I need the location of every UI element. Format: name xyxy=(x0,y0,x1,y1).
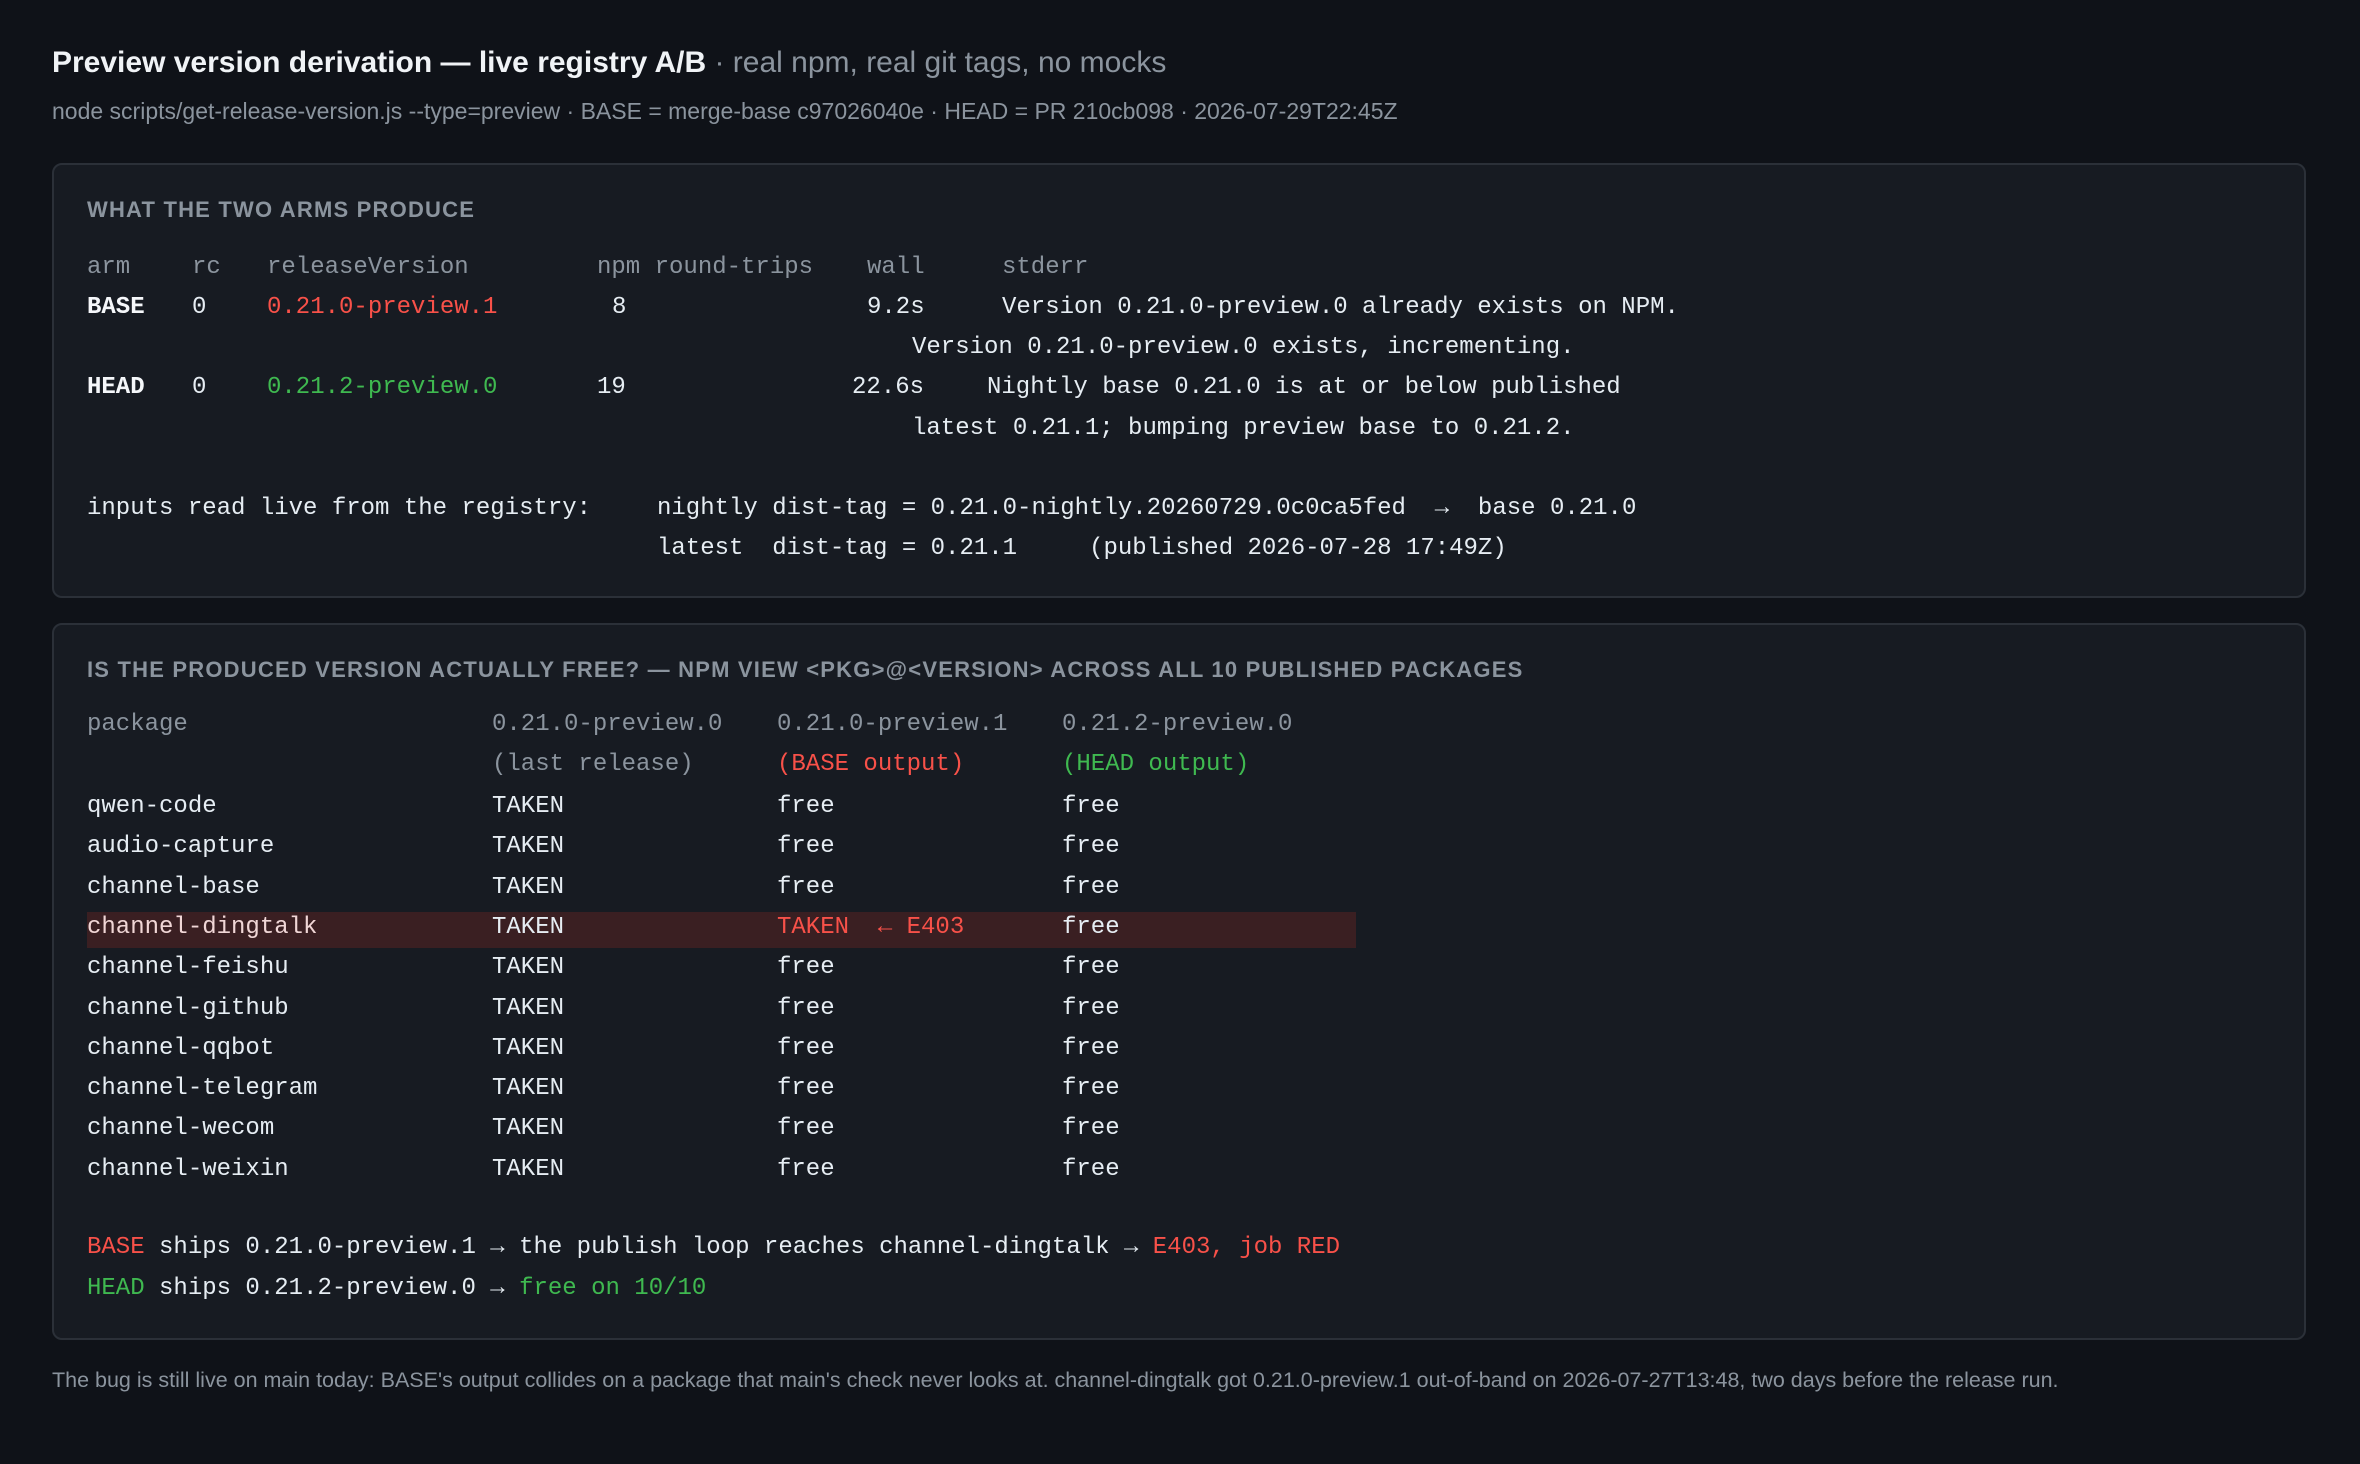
version-status: TAKEN xyxy=(492,793,565,820)
inputs-latest: latest dist-tag = 0.21.1 (published 2026… xyxy=(657,535,1507,562)
inputs-label: inputs read live from the registry: xyxy=(87,495,592,522)
summary-head-result: free on 10/10 xyxy=(519,1275,707,1302)
summary-base-text: ships 0.21.0-preview.1 → the publish loo… xyxy=(144,1234,1153,1261)
col-header-version: 0.21.0-preview.1 xyxy=(777,711,1008,738)
summary-head-text: ships 0.21.2-preview.0 → xyxy=(144,1275,520,1302)
version-status: free xyxy=(777,833,835,860)
version-status: TAKEN xyxy=(492,914,565,941)
inputs-nightly: nightly dist-tag = 0.21.0-nightly.202607… xyxy=(657,495,1637,522)
arm-stderr-line: latest 0.21.1; bumping preview base to 0… xyxy=(912,415,1575,442)
version-status: free xyxy=(1062,874,1120,901)
col-header-npm-round-trips: npm round-trips xyxy=(597,254,814,281)
version-status: TAKEN xyxy=(492,1035,565,1062)
package-name: channel-wecom xyxy=(87,1115,275,1142)
col-header-rc: rc xyxy=(192,254,221,281)
arm-wall: 22.6s xyxy=(852,374,925,401)
version-status: free xyxy=(777,995,835,1022)
version-status: free xyxy=(777,1035,835,1062)
col-header-stderr: stderr xyxy=(1002,254,1089,281)
col-note-last-release: (last release) xyxy=(492,751,694,778)
title-subtitle: · real npm, real git tags, no mocks xyxy=(706,46,1167,79)
version-status: free xyxy=(1062,793,1120,820)
package-name: channel-feishu xyxy=(87,954,289,981)
summary-base-result: E403, job RED xyxy=(1152,1234,1341,1261)
package-name: channel-github xyxy=(87,995,289,1022)
page-title: Preview version derivation — live regist… xyxy=(52,46,1166,80)
summary-head: HEAD ships 0.21.2-preview.0 → free on 10… xyxy=(87,1277,706,1301)
col-note-base-output: (BASE output) xyxy=(777,751,965,778)
version-status: free xyxy=(777,954,835,981)
version-status: free xyxy=(777,1115,835,1142)
col-note-head-output: (HEAD output) xyxy=(1062,751,1250,778)
version-status: free xyxy=(777,1156,835,1183)
version-status: TAKEN xyxy=(492,833,565,860)
version-status: TAKEN xyxy=(492,954,565,981)
version-status: free xyxy=(1062,995,1120,1022)
version-status: free xyxy=(777,874,835,901)
version-status: free xyxy=(1062,1075,1120,1102)
arm-npm-round-trips: 8 xyxy=(612,294,627,321)
summary-base-arm: BASE xyxy=(87,1234,145,1261)
version-status: free xyxy=(1062,914,1120,941)
arm-stderr-line: Nightly base 0.21.0 is at or below publi… xyxy=(987,374,1621,401)
availability-panel: IS THE PRODUCED VERSION ACTUALLY FREE? —… xyxy=(52,623,2306,1340)
command-line: node scripts/get-release-version.js --ty… xyxy=(52,98,1398,124)
version-status: free xyxy=(1062,1115,1120,1142)
summary-head-arm: HEAD xyxy=(87,1275,145,1302)
version-status: TAKEN xyxy=(492,1075,565,1102)
version-status: free xyxy=(777,793,835,820)
package-name: audio-capture xyxy=(87,833,275,860)
col-header-release-version: releaseVersion xyxy=(267,254,469,281)
col-header-arm: arm xyxy=(87,254,131,281)
title-main: Preview version derivation — live regist… xyxy=(52,46,707,79)
version-status: TAKEN xyxy=(492,1115,565,1142)
arms-panel-label: WHAT THE TWO ARMS PRODUCE xyxy=(87,197,476,222)
arm-stderr-line: Version 0.21.0-preview.0 exists, increme… xyxy=(912,334,1575,361)
arm-name-base: BASE xyxy=(87,294,145,321)
package-name: channel-base xyxy=(87,874,260,901)
version-status: TAKEN ← E403 xyxy=(777,914,965,941)
package-name: qwen-code xyxy=(87,793,217,820)
arm-npm-round-trips: 19 xyxy=(597,374,626,401)
version-status: free xyxy=(1062,833,1120,860)
version-status: free xyxy=(777,1075,835,1102)
package-name: channel-weixin xyxy=(87,1156,289,1183)
summary-base: BASE ships 0.21.0-preview.1 → the publis… xyxy=(87,1236,1340,1260)
arm-rc: 0 xyxy=(192,294,207,321)
col-header-wall: wall xyxy=(867,254,925,281)
arm-stderr-line: Version 0.21.0-preview.0 already exists … xyxy=(1002,294,1679,321)
col-header-version: 0.21.0-preview.0 xyxy=(492,711,723,738)
package-name: channel-dingtalk xyxy=(87,914,318,941)
footnote: The bug is still live on main today: BAS… xyxy=(52,1368,2059,1392)
package-name: channel-telegram xyxy=(87,1075,318,1102)
col-header-version: 0.21.2-preview.0 xyxy=(1062,711,1293,738)
version-status: free xyxy=(1062,1156,1120,1183)
package-name: channel-qqbot xyxy=(87,1035,275,1062)
version-status: free xyxy=(1062,954,1120,981)
version-status: TAKEN xyxy=(492,874,565,901)
version-status: TAKEN xyxy=(492,995,565,1022)
arms-panel: WHAT THE TWO ARMS PRODUCE arm rc release… xyxy=(52,163,2306,598)
col-header-package: package xyxy=(87,711,188,738)
version-status: TAKEN xyxy=(492,1156,565,1183)
arm-wall: 9.2s xyxy=(867,294,925,321)
availability-panel-label: IS THE PRODUCED VERSION ACTUALLY FREE? —… xyxy=(87,657,1524,682)
arm-release-version: 0.21.2-preview.0 xyxy=(267,374,498,401)
arm-name-head: HEAD xyxy=(87,374,145,401)
arm-rc: 0 xyxy=(192,374,207,401)
version-status: free xyxy=(1062,1035,1120,1062)
arm-release-version: 0.21.0-preview.1 xyxy=(267,294,498,321)
